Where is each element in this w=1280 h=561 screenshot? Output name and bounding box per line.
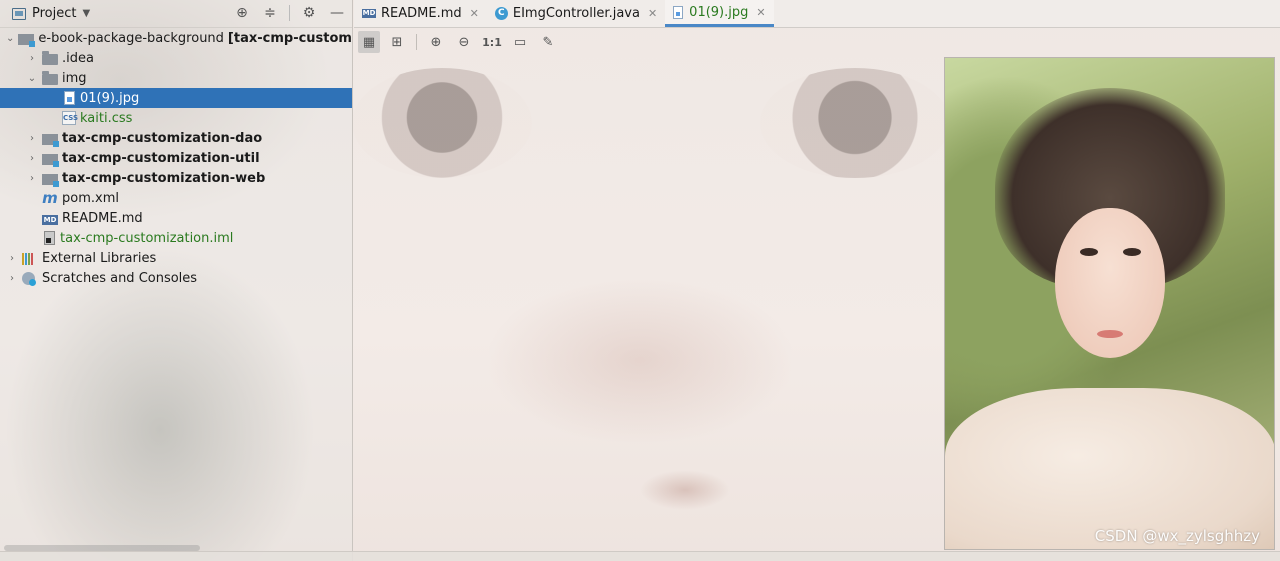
project-panel-tools: ⊕ ≑ ⚙ — [233, 4, 346, 22]
tool-divider [289, 5, 290, 21]
watermark: CSDN @wx_zylsghhzy [1094, 527, 1260, 545]
tab-readme[interactable]: MD README.md ✕ [354, 0, 487, 27]
tree-item-root[interactable]: ⌄ e-book-package-background [tax-cmp-cus… [0, 28, 352, 48]
transparency-chessboard-icon[interactable]: ▦ [358, 31, 380, 53]
image-preview: CSDN @wx_zylsghhzy [944, 57, 1275, 550]
close-icon[interactable]: ✕ [470, 7, 479, 20]
markdown-icon: MD [362, 9, 376, 18]
markdown-icon: MD [42, 215, 58, 225]
wallpaper-eye-left [352, 68, 532, 178]
project-panel: Project ▼ ⊕ ≑ ⚙ — ⌄ e-book-package-backg… [0, 0, 353, 561]
project-tree: ⌄ e-book-package-background [tax-cmp-cus… [0, 28, 352, 288]
tree-item-label: tax-cmp-customization-util [62, 150, 260, 166]
tree-item-external-libraries[interactable]: › External Libraries [0, 248, 352, 268]
project-icon [12, 7, 26, 20]
tree-item-idea[interactable]: › .idea [0, 48, 352, 68]
tree-item-label: Scratches and Consoles [42, 270, 198, 286]
tree-item-image-file[interactable]: 01(9).jpg [0, 88, 352, 108]
java-class-icon: C [494, 7, 508, 20]
chevron-right-icon[interactable]: › [6, 253, 18, 264]
close-icon[interactable]: ✕ [648, 7, 657, 20]
preview-eye-left [1080, 248, 1098, 256]
grid-icon[interactable]: ⊞ [386, 31, 408, 53]
iml-file-icon [44, 231, 55, 245]
zoom-out-icon[interactable]: ⊖ [453, 31, 475, 53]
actual-size-button[interactable]: 1:1 [481, 31, 503, 53]
project-panel-header[interactable]: Project ▼ ⊕ ≑ ⚙ — [0, 0, 352, 28]
tree-item-label: External Libraries [42, 250, 157, 266]
image-file-icon [673, 5, 684, 19]
tree-item-img[interactable]: ⌄ img [0, 68, 352, 88]
tree-item-util[interactable]: › tax-cmp-customization-util [0, 148, 352, 168]
tree-item-label: tax-cmp-customization-web [62, 170, 266, 186]
chevron-right-icon[interactable]: › [26, 173, 38, 184]
tree-item-label: img [62, 70, 87, 86]
status-strip [0, 551, 1280, 561]
gear-icon[interactable]: ⚙ [300, 4, 318, 22]
locate-icon[interactable]: ⊕ [233, 4, 251, 22]
tree-item-web[interactable]: › tax-cmp-customization-web [0, 168, 352, 188]
folder-icon [42, 70, 58, 85]
editor-tab-bar: MD README.md ✕ C EImgController.java ✕ 0… [354, 0, 1280, 28]
collapse-icon[interactable]: ≑ [261, 4, 279, 22]
toolbar-divider [416, 34, 417, 50]
chevron-right-icon[interactable]: › [26, 133, 38, 144]
chevron-right-icon[interactable]: › [26, 53, 38, 64]
preview-eye-right [1123, 248, 1141, 256]
wallpaper-eye-right [760, 68, 950, 178]
css-file-icon: CSS [62, 111, 78, 125]
module-folder-icon [42, 133, 59, 147]
minimize-icon[interactable]: — [328, 4, 346, 22]
module-folder-icon [42, 153, 59, 167]
tab-label: README.md [381, 6, 462, 21]
tab-eimgcontroller[interactable]: C EImgController.java ✕ [487, 0, 665, 27]
chevron-down-icon[interactable]: ⌄ [26, 73, 38, 84]
folder-icon [42, 50, 58, 65]
tree-item-label: 01(9).jpg [80, 90, 140, 106]
wallpaper-nose [640, 470, 730, 510]
chevron-right-icon[interactable]: › [26, 153, 38, 164]
tree-item-label: kaiti.css [80, 110, 133, 126]
zoom-in-icon[interactable]: ⊕ [425, 31, 447, 53]
tree-item-label: tax-cmp-customization.iml [60, 230, 234, 246]
image-file-icon [64, 91, 75, 105]
chevron-right-icon[interactable]: › [6, 273, 18, 284]
tree-item-module-suffix: [tax-cmp-customizati [227, 30, 352, 46]
tree-item-css-file[interactable]: CSS kaiti.css [0, 108, 352, 128]
chevron-down-icon[interactable]: ⌄ [6, 33, 14, 44]
tree-item-iml[interactable]: tax-cmp-customization.iml [0, 228, 352, 248]
preview-lips [1097, 330, 1123, 338]
color-picker-icon[interactable]: ✎ [537, 31, 559, 53]
tree-item-label: README.md [62, 210, 143, 226]
tree-item-pom[interactable]: m pom.xml [0, 188, 352, 208]
close-icon[interactable]: ✕ [756, 6, 765, 19]
module-folder-icon [42, 173, 59, 187]
image-viewer-toolbar: ▦ ⊞ ⊕ ⊖ 1:1 ▭ ✎ [354, 28, 1280, 56]
tree-item-dao[interactable]: › tax-cmp-customization-dao [0, 128, 352, 148]
tree-item-scratches[interactable]: › Scratches and Consoles [0, 268, 352, 288]
module-folder-icon [18, 33, 36, 47]
tree-item-readme[interactable]: MD README.md [0, 208, 352, 228]
tree-item-label: e-book-package-background [38, 30, 224, 46]
preview-blouse [945, 388, 1274, 549]
project-panel-title: Project [32, 6, 77, 21]
tab-label: EImgController.java [512, 6, 640, 21]
tree-item-label: .idea [62, 50, 94, 66]
tab-image[interactable]: 01(9).jpg ✕ [665, 0, 774, 27]
scratches-icon [22, 271, 36, 286]
tree-item-label: tax-cmp-customization-dao [62, 130, 263, 146]
maven-icon: m [42, 189, 58, 207]
library-icon [22, 251, 38, 265]
chevron-down-icon[interactable]: ▼ [82, 8, 90, 19]
tab-label: 01(9).jpg [689, 4, 749, 20]
tree-item-label: pom.xml [62, 190, 119, 206]
fit-zoom-icon[interactable]: ▭ [509, 31, 531, 53]
